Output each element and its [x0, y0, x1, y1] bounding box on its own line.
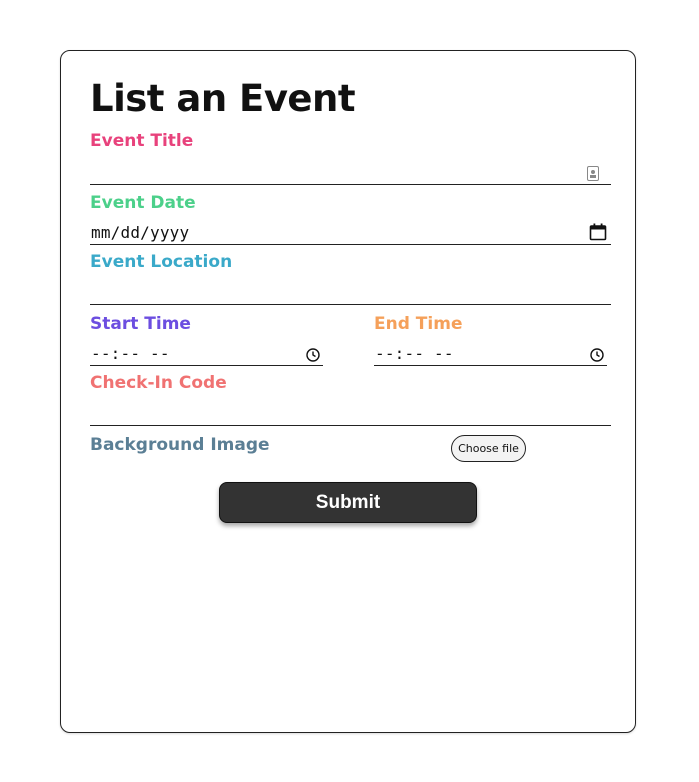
- event-date-value: mm/dd/yyyy: [91, 223, 190, 242]
- check-in-code-label: Check-In Code: [90, 373, 227, 393]
- choose-file-button[interactable]: Choose file: [451, 435, 526, 462]
- end-time-input[interactable]: --:-- --: [374, 340, 607, 366]
- start-time-input[interactable]: --:-- --: [90, 340, 323, 366]
- submit-button[interactable]: Submit: [219, 482, 477, 523]
- event-location-label: Event Location: [90, 252, 233, 272]
- clock-icon[interactable]: [590, 348, 604, 362]
- event-location-input[interactable]: [90, 279, 611, 305]
- event-form-card: List an Event Event Title Event Date mm/…: [60, 50, 636, 733]
- event-title-input[interactable]: [90, 159, 611, 185]
- clock-icon[interactable]: [306, 348, 320, 362]
- event-date-label: Event Date: [90, 193, 196, 213]
- event-date-input[interactable]: mm/dd/yyyy: [90, 219, 611, 245]
- end-time-label: End Time: [374, 314, 463, 334]
- end-time-value: --:-- --: [375, 344, 454, 363]
- start-time-label: Start Time: [90, 314, 191, 334]
- event-title-label: Event Title: [90, 131, 194, 151]
- calendar-icon[interactable]: [589, 223, 607, 241]
- check-in-code-input[interactable]: [90, 400, 611, 426]
- start-time-value: --:-- --: [91, 344, 170, 363]
- contact-card-icon[interactable]: [587, 166, 599, 181]
- page-title: List an Event: [90, 77, 356, 120]
- background-image-label: Background Image: [90, 435, 270, 455]
